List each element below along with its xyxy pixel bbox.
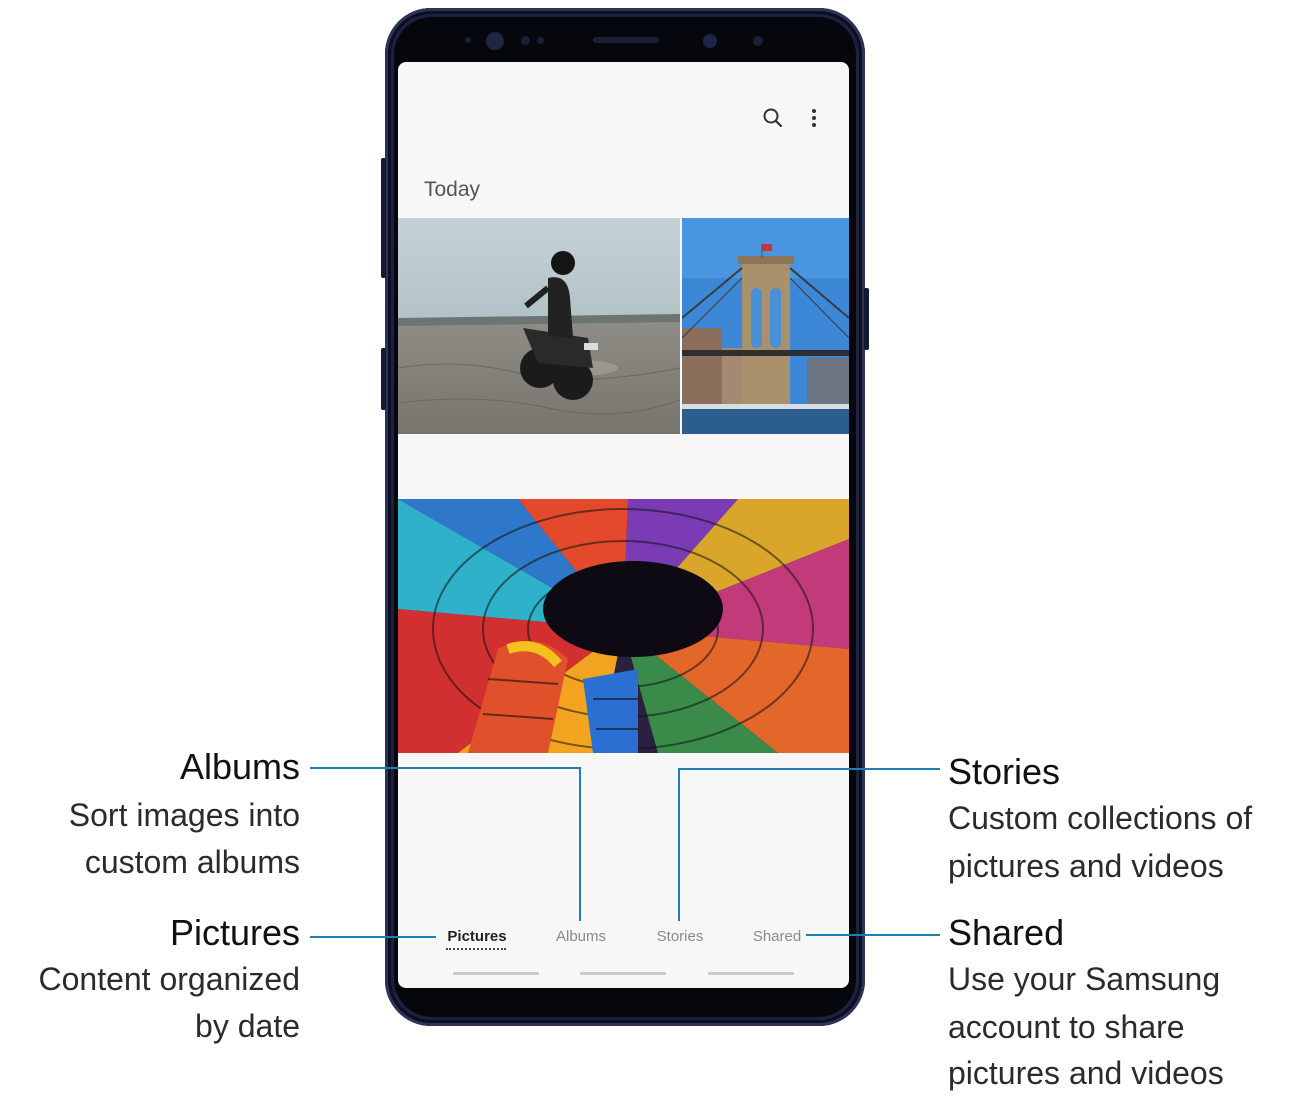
nav-bar-segment bbox=[708, 972, 794, 975]
stories-callout-desc-line1: Custom collections of bbox=[948, 800, 1253, 836]
bottom-tab-bar: Pictures Albums Stories Shared bbox=[398, 922, 849, 948]
stories-callout-title: Stories bbox=[948, 751, 1061, 792]
sensor-dot bbox=[521, 36, 530, 45]
search-icon[interactable] bbox=[761, 106, 785, 130]
volume-button bbox=[381, 158, 386, 278]
section-date-header: Today bbox=[424, 178, 481, 201]
bixby-button bbox=[381, 348, 386, 410]
tab-stories[interactable]: Stories bbox=[657, 928, 704, 945]
albums-callout-desc-line2: custom albums bbox=[84, 844, 300, 880]
albums-callout-title: Albums bbox=[179, 746, 300, 787]
power-button bbox=[864, 288, 869, 350]
stories-leader-line bbox=[678, 768, 940, 770]
shared-callout-title: Shared bbox=[948, 912, 1065, 953]
bridge-photo[interactable] bbox=[682, 218, 849, 434]
albums-callout-desc-line1: Sort images into bbox=[68, 797, 300, 833]
more-options-icon[interactable] bbox=[808, 106, 820, 130]
proximity-sensor bbox=[465, 37, 471, 43]
tab-pictures[interactable]: Pictures bbox=[447, 928, 506, 945]
stained-glass-dome-photo[interactable] bbox=[398, 499, 849, 753]
tab-albums[interactable]: Albums bbox=[556, 928, 606, 945]
nav-bar-segment bbox=[580, 972, 666, 975]
nav-bar-segment bbox=[453, 972, 539, 975]
phone-device: Today Pictures Albums Stories Shared bbox=[381, 8, 869, 1026]
iris-sensor bbox=[486, 32, 504, 50]
pictures-callout-desc-line1: Content organized bbox=[38, 961, 300, 997]
shared-callout-desc-line2: account to share bbox=[948, 1009, 1185, 1045]
albums-leader-line-vertical bbox=[579, 767, 581, 921]
pictures-leader-line bbox=[310, 936, 436, 938]
pictures-callout-desc-line2: by date bbox=[195, 1008, 300, 1044]
shared-callout-desc-line3: pictures and videos bbox=[948, 1055, 1224, 1091]
motorcycle-photo[interactable] bbox=[398, 218, 680, 434]
front-camera bbox=[703, 34, 717, 48]
shared-leader-line bbox=[806, 934, 940, 936]
shared-callout-desc-line1: Use your Samsung bbox=[948, 961, 1221, 997]
stories-leader-line-vertical bbox=[678, 768, 680, 921]
tab-shared[interactable]: Shared bbox=[753, 928, 801, 945]
stories-callout-desc-line2: pictures and videos bbox=[948, 848, 1224, 884]
albums-leader-line bbox=[310, 767, 580, 769]
sensor-dot bbox=[753, 36, 763, 46]
gallery-screen: Today Pictures Albums Stories Shared bbox=[398, 62, 849, 988]
active-tab-indicator bbox=[446, 948, 506, 950]
sensor-dot bbox=[537, 37, 544, 44]
pictures-callout-title: Pictures bbox=[169, 912, 300, 953]
earpiece-speaker bbox=[593, 37, 659, 43]
